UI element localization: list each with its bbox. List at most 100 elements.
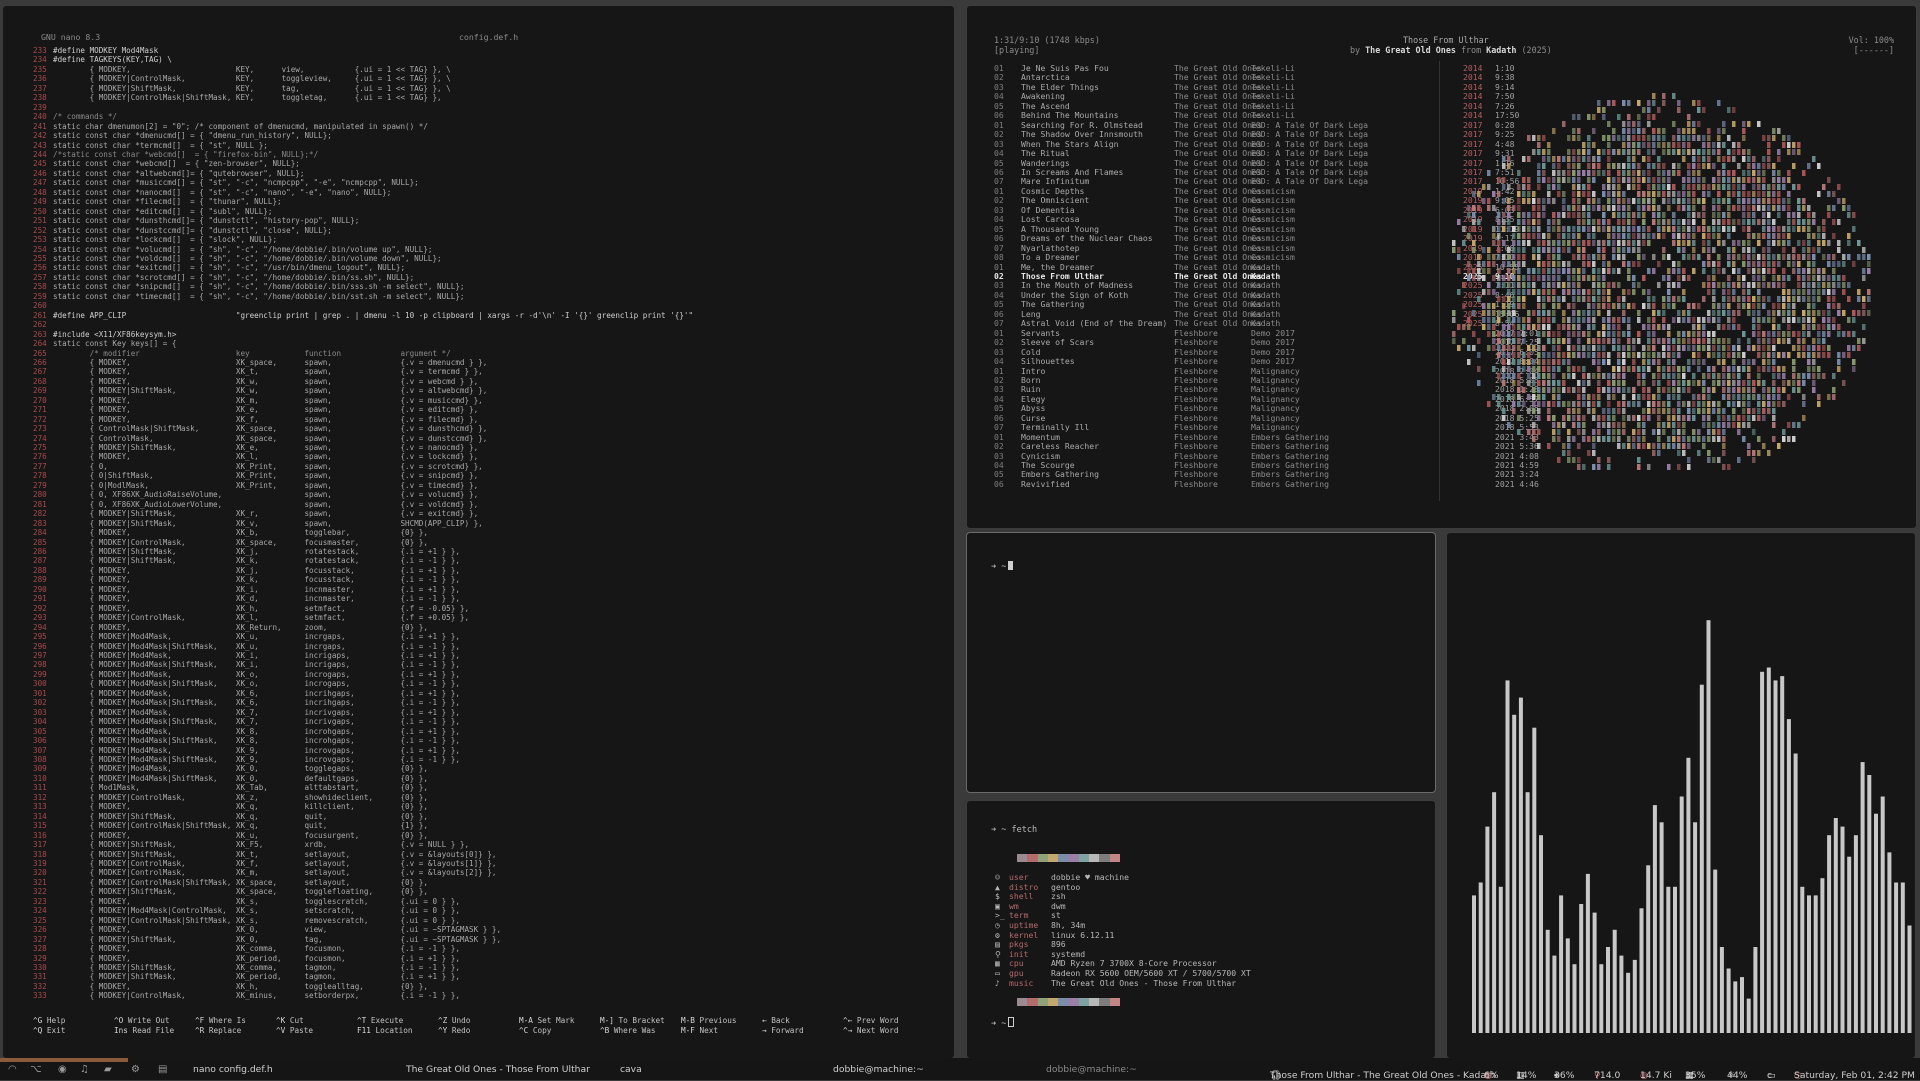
art-pixel (1747, 310, 1751, 316)
line-number: 293 (33, 613, 47, 623)
art-pixel (1562, 380, 1566, 386)
art-pixel (1537, 240, 1541, 246)
art-pixel (1597, 282, 1601, 288)
art-pixel (1632, 149, 1636, 155)
art-pixel (1637, 422, 1641, 428)
spectrum-bar (1639, 908, 1644, 1033)
art-pixel (1767, 296, 1771, 302)
art-pixel (1467, 324, 1471, 330)
art-pixel (1517, 366, 1521, 372)
art-pixel (1747, 443, 1751, 449)
art-pixel (1552, 345, 1556, 351)
art-pixel (1802, 310, 1806, 316)
fetch-terminal-window[interactable]: ➜ ~ fetch ☺ user dobbie ♥ machine ▲ distro ge… (966, 800, 1436, 1059)
shell-prompt[interactable]: ➜ ~ (991, 1017, 1015, 1029)
tag-terminal-icon[interactable]: ⌥ (30, 1064, 42, 1075)
art-pixel (1832, 275, 1836, 281)
terminal2-window-title[interactable]: dobbie@machine:~ (1046, 1064, 1137, 1075)
art-pixel (1457, 289, 1461, 295)
art-pixel (1812, 296, 1816, 302)
art-pixel (1587, 170, 1591, 176)
art-pixel (1522, 289, 1526, 295)
cava-visualizer-window[interactable] (1446, 532, 1916, 1059)
art-pixel (1612, 240, 1616, 246)
art-pixel (1722, 289, 1726, 295)
art-pixel (1822, 310, 1826, 316)
art-pixel (1827, 345, 1831, 351)
art-pixel (1507, 226, 1511, 232)
ncmpcpp-window[interactable]: 1:31/9:10 (1748 kbps) [playing] Those Fr… (966, 5, 1917, 529)
line-number: 275 (33, 443, 47, 453)
art-pixel (1642, 177, 1646, 183)
line-text: { MODKEY|Mod4Mask, XK_0, togglegaps, {0}… (53, 764, 428, 774)
art-pixel (1682, 135, 1686, 141)
art-pixel (1817, 163, 1821, 169)
art-pixel (1697, 149, 1701, 155)
art-pixel (1522, 338, 1526, 344)
art-pixel (1822, 317, 1826, 323)
nano-editor-window[interactable]: GNU nano 8.3 config.def.h 233 #define MOD… (2, 5, 955, 1059)
art-pixel (1607, 394, 1611, 400)
code-line: 245 static const char *webcmd[] = { "zen-… (33, 159, 693, 168)
tag-arch-icon[interactable]: ◠ (8, 1064, 17, 1075)
art-pixel (1632, 198, 1636, 204)
art-pixel (1727, 275, 1731, 281)
art-pixel (1562, 198, 1566, 204)
tag-gear-icon[interactable]: ⚙ (131, 1064, 140, 1075)
line-text: { MODKEY|Mod4Mask, XK_o, incrogaps, {.i … (53, 669, 460, 679)
art-pixel (1537, 261, 1541, 267)
art-pixel (1497, 401, 1501, 407)
art-pixel (1467, 317, 1471, 323)
art-pixel (1652, 352, 1656, 358)
cava-window-title[interactable]: cava (620, 1064, 642, 1075)
art-pixel (1817, 247, 1821, 253)
line-text: { MODKEY|ShiftMask, XK_period, tagmon, {… (53, 972, 460, 982)
code-buffer[interactable]: 233 #define MODKEY Mod4Mask 234 #define TAG… (33, 46, 693, 1001)
song-window-title[interactable]: The Great Old Ones - Those From Ulthar (406, 1064, 590, 1075)
track-album: Kadath (1251, 270, 1281, 281)
line-number: 262 (33, 320, 47, 330)
art-pixel (1717, 345, 1721, 351)
tag-browser-icon[interactable]: ◉ (58, 1064, 67, 1075)
art-pixel (1577, 170, 1581, 176)
art-pixel (1642, 107, 1646, 113)
shell-prompt[interactable]: ➜ ~ (991, 561, 1014, 572)
line-text: static const char *nanocmd[] = { "st", "… (53, 187, 392, 197)
line-number: 236 (33, 74, 47, 84)
art-pixel (1602, 184, 1606, 190)
art-pixel (1492, 303, 1496, 309)
art-pixel (1597, 331, 1601, 337)
art-pixel (1782, 373, 1786, 379)
art-pixel (1697, 163, 1701, 169)
line-text: { MODKEY, XK_comma, focusmon, {.i = -1 }… (53, 944, 460, 954)
art-pixel (1712, 149, 1716, 155)
code-line: 297 { MODKEY|Mod4Mask, XK_i, incrigaps, … (33, 651, 693, 660)
art-pixel (1792, 317, 1796, 323)
art-pixel (1502, 338, 1506, 344)
art-pixel (1807, 233, 1811, 239)
art-pixel (1632, 177, 1636, 183)
terminal-window[interactable]: ➜ ~ (966, 532, 1436, 793)
art-pixel (1697, 366, 1701, 372)
prompt-dir: ~ (1001, 1019, 1007, 1029)
terminal-window-title[interactable]: dobbie@machine:~ (833, 1064, 924, 1075)
focused-window-title[interactable]: nano config.def.h (193, 1064, 273, 1075)
art-pixel (1722, 198, 1726, 204)
tag-music-icon[interactable]: ♫ (80, 1064, 89, 1075)
art-pixel (1492, 317, 1496, 323)
art-pixel (1867, 261, 1871, 267)
art-pixel (1727, 422, 1731, 428)
layout-monocle-icon[interactable]: ▤ (158, 1064, 167, 1075)
art-pixel (1642, 198, 1646, 204)
art-pixel (1527, 240, 1531, 246)
art-pixel (1512, 352, 1516, 358)
art-pixel (1637, 128, 1641, 134)
art-pixel (1607, 142, 1611, 148)
line-text: static const char *timecmd[] = { "sh", "… (53, 291, 465, 301)
tag-folder-icon[interactable]: ▰ (104, 1064, 112, 1075)
art-pixel (1512, 331, 1516, 337)
art-pixel (1687, 163, 1691, 169)
art-pixel (1637, 191, 1641, 197)
art-pixel (1572, 310, 1576, 316)
art-pixel (1517, 254, 1521, 260)
